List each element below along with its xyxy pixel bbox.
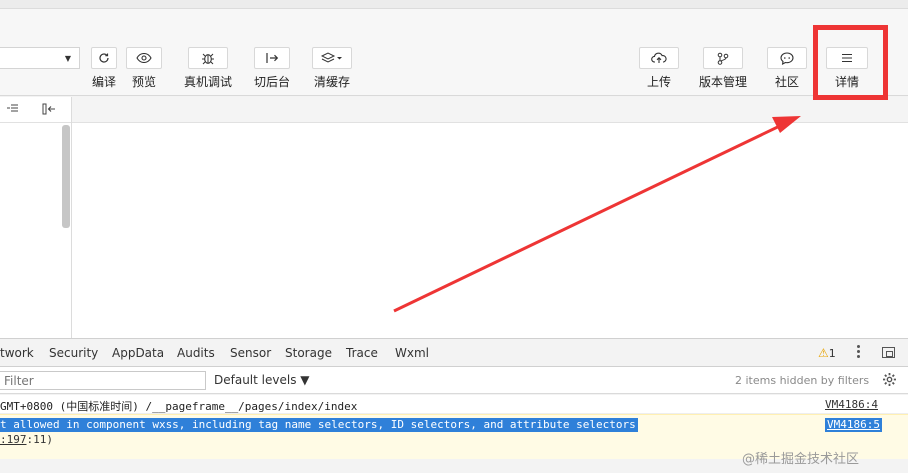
annotation-arrow	[393, 116, 801, 313]
